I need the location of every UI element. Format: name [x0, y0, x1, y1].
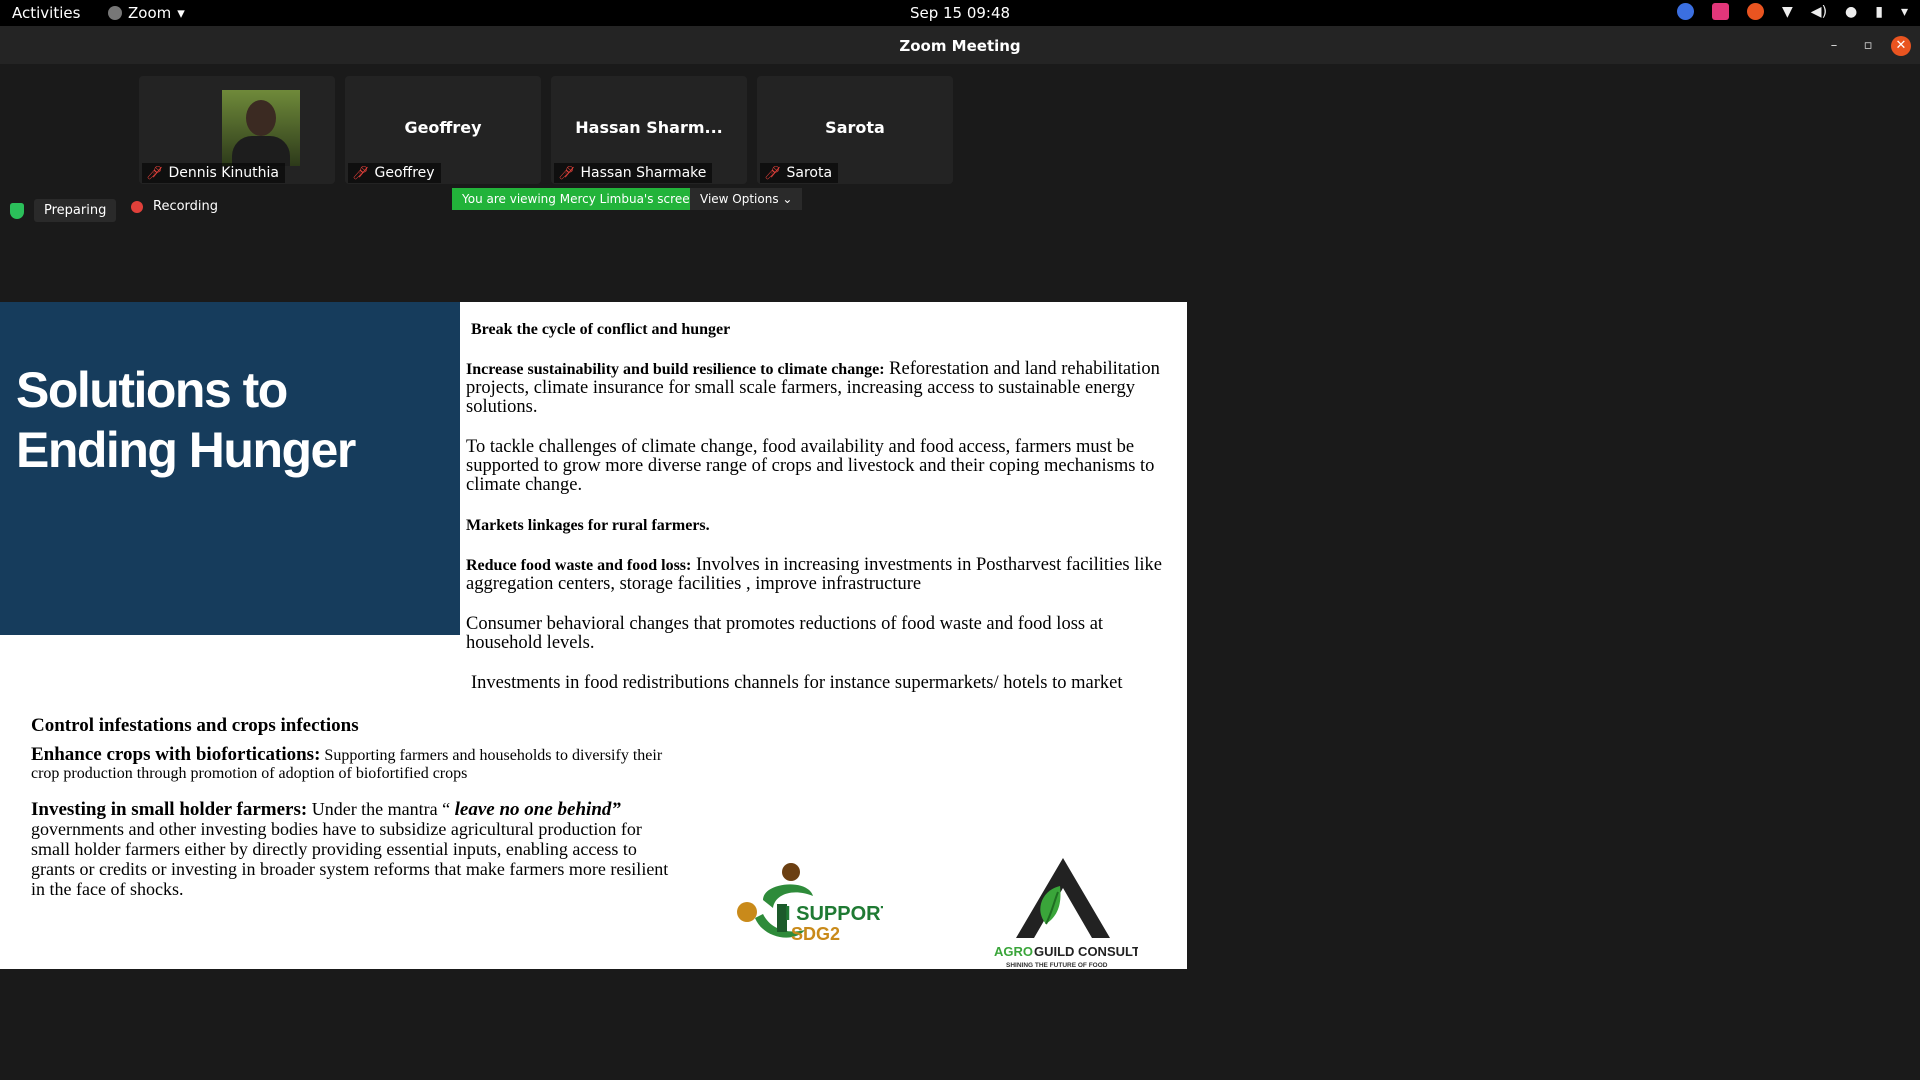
volume-icon[interactable]: ◀)	[1811, 4, 1827, 20]
preparing-label: Preparing	[34, 199, 117, 222]
app-menu-label: Zoom	[128, 4, 172, 22]
participant-tile[interactable]: Sarota 🎤︎̸ Sarota	[757, 76, 953, 184]
security-status[interactable]: Preparing	[10, 199, 117, 222]
mic-muted-icon: 🎤︎̸	[352, 165, 369, 181]
shared-screen[interactable]: Solutions to Ending Hunger Break the cyc…	[0, 302, 1187, 969]
wifi-icon[interactable]: ▼	[1782, 4, 1793, 20]
updates-icon[interactable]	[1747, 3, 1765, 20]
participant-video	[222, 90, 300, 166]
messaging-app-icon[interactable]	[1677, 3, 1695, 20]
system-top-bar: Activities Zoom ▾ Sep 15 09:48 ▼ ◀) ● ▮ …	[0, 0, 1920, 26]
slide-text: Consumer behavioral changes that promote…	[466, 614, 1104, 653]
slide-text: Markets linkages for rural farmers.	[466, 517, 710, 534]
participant-tile[interactable]: Hassan Sharm... 🎤︎̸ Hassan Sharmake	[551, 76, 747, 184]
participant-name: Dennis Kinuthia	[168, 165, 279, 181]
participant-tile[interactable]: 🎤︎̸ Dennis Kinuthia	[139, 76, 335, 184]
view-options-label: View Options	[700, 192, 779, 206]
view-options-button[interactable]: View Options ⌄	[690, 188, 803, 210]
person-body	[232, 136, 290, 166]
slide-text: Investments in food redistributions chan…	[471, 673, 1123, 693]
participant-name: Sarota	[786, 165, 833, 181]
slide-text-bold: Enhance crops with biofortications:	[31, 744, 321, 765]
slide-left-column: Control infestations and crops infection…	[31, 715, 671, 900]
agro-logo-name-b: GUILD CONSULTANCY	[1034, 944, 1138, 959]
recording-label: Recording	[153, 199, 219, 214]
battery-icon[interactable]: ▮	[1875, 4, 1883, 20]
agroguild-logo: AGRO GUILD CONSULTANCY SHINING THE FUTUR…	[994, 858, 1138, 969]
slide-text: Under the mantra “	[307, 799, 455, 819]
slide-text-italic: leave no one behind”	[454, 799, 621, 820]
participant-name: Hassan Sharmake	[580, 165, 707, 181]
slide-title: Solutions to Ending Hunger	[16, 362, 356, 478]
agro-logo-name-a: AGRO	[994, 944, 1033, 959]
clock[interactable]: Sep 15 09:48	[0, 4, 1920, 22]
app-indicator-icon[interactable]	[1712, 3, 1730, 20]
person-head	[246, 100, 276, 136]
slide-text: governments and other investing bodies h…	[31, 819, 669, 899]
slide-text: Break the cycle of conflict and hunger	[471, 321, 731, 338]
shield-icon	[10, 202, 24, 219]
zoom-app-icon	[108, 6, 122, 20]
mic-muted-icon: 🎤︎̸	[764, 165, 781, 181]
app-menu[interactable]: Zoom ▾	[108, 4, 185, 22]
participant-tile[interactable]: Geoffrey 🎤︎̸ Geoffrey	[345, 76, 541, 184]
participant-name: Geoffrey	[374, 165, 435, 181]
window-title: Zoom Meeting	[899, 37, 1021, 55]
microphone-icon[interactable]: ●	[1845, 4, 1857, 20]
slide-text-bold: Increase sustainability and build resili…	[466, 361, 885, 378]
close-button[interactable]: ✕	[1891, 36, 1911, 56]
agro-logo-tagline: SHINING THE FUTURE OF FOOD	[1006, 962, 1108, 969]
sdg-logo-line1: I SUPPORT	[785, 903, 883, 925]
chevron-down-icon: ⌄	[782, 192, 793, 206]
participant-display-name: Hassan Sharm...	[575, 118, 723, 137]
slide-text: To tackle challenges of climate change, …	[466, 437, 1155, 495]
system-menu-icon[interactable]: ▾	[1901, 4, 1908, 20]
slide-heading: Control infestations and crops infection…	[31, 715, 359, 736]
participant-display-name: Sarota	[825, 118, 885, 137]
mic-muted-icon: 🎤︎̸	[558, 165, 575, 181]
window-title-bar: Zoom Meeting – ▫ ✕	[0, 26, 1920, 64]
slide-right-column: Break the cycle of conflict and hunger I…	[466, 320, 1178, 693]
participant-nametag: 🎤︎̸ Geoffrey	[348, 163, 441, 183]
sdg2-logo: I SUPPORT SDG2	[737, 863, 883, 944]
participant-nametag: 🎤︎̸ Hassan Sharmake	[554, 163, 713, 183]
slide-text-bold: Investing in small holder farmers:	[31, 799, 308, 820]
participant-display-name: Geoffrey	[404, 118, 482, 137]
screen-share-banner: You are viewing Mercy Limbua's screen	[452, 188, 708, 210]
minimize-button[interactable]: –	[1824, 36, 1844, 56]
system-tray[interactable]: ▼ ◀) ● ▮ ▾	[1677, 3, 1908, 20]
mic-muted-icon: 🎤︎̸	[146, 165, 163, 181]
caret-down-icon: ▾	[177, 4, 185, 22]
slide-text-bold: Reduce food waste and food loss:	[466, 557, 692, 574]
participant-nametag: 🎤︎̸ Sarota	[760, 163, 839, 183]
recording-status[interactable]: Recording	[131, 199, 218, 214]
restore-button[interactable]: ▫	[1858, 36, 1878, 56]
activities-button[interactable]: Activities	[12, 4, 80, 22]
sdg-logo-line2: SDG2	[791, 924, 840, 944]
record-icon	[131, 200, 143, 213]
participant-nametag: 🎤︎̸ Dennis Kinuthia	[142, 163, 285, 183]
